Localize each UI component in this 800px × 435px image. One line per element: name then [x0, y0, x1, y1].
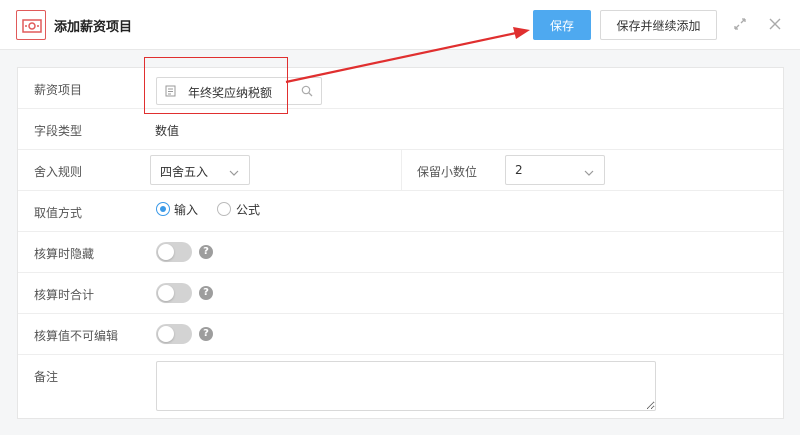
salary-item-label: 薪资项目 [34, 83, 83, 97]
decimal-places-value: 2 [515, 163, 523, 177]
rounding-select[interactable]: 四舍五入 [150, 155, 250, 185]
close-icon[interactable] [768, 17, 782, 31]
save-button[interactable]: 保存 [533, 10, 591, 40]
decimal-places-label: 保留小数位 [417, 165, 478, 179]
row-value-method: 取值方式 输入 公式 [18, 191, 783, 232]
not-editable-toggle[interactable] [156, 324, 192, 344]
row-not-editable: 核算值不可编辑 ? [18, 314, 783, 355]
total-on-calc-label: 核算时合计 [34, 288, 95, 302]
hide-on-calc-toggle[interactable] [156, 242, 192, 262]
total-on-calc-toggle[interactable] [156, 283, 192, 303]
form-panel: 薪资项目 年终奖应纳税额 字段类型 数值 舍入规则 四舍五入 保留小数位 2 取… [17, 67, 784, 419]
divider [401, 150, 402, 190]
field-type-label: 字段类型 [34, 124, 83, 138]
help-icon[interactable]: ? [199, 286, 213, 300]
not-editable-label: 核算值不可编辑 [34, 329, 119, 343]
radio-formula-label[interactable]: 公式 [236, 201, 260, 218]
row-hide-on-calc: 核算时隐藏 ? [18, 232, 783, 273]
help-icon[interactable]: ? [199, 245, 213, 259]
radio-formula[interactable] [217, 202, 231, 216]
radio-input[interactable] [156, 202, 170, 216]
expand-icon[interactable] [733, 17, 747, 31]
chevron-down-icon [584, 166, 594, 180]
annotation-highlight-box [144, 57, 288, 114]
value-method-label: 取值方式 [34, 206, 83, 220]
field-type-value: 数值 [155, 124, 180, 138]
rounding-value: 四舍五入 [160, 165, 209, 179]
row-rounding: 舍入规则 四舍五入 保留小数位 2 [18, 150, 783, 191]
chevron-down-icon [229, 166, 239, 180]
row-field-type: 字段类型 数值 [18, 109, 783, 150]
help-icon[interactable]: ? [199, 327, 213, 341]
radio-input-label[interactable]: 输入 [174, 201, 198, 218]
save-and-continue-button[interactable]: 保存并继续添加 [600, 10, 717, 40]
hide-on-calc-label: 核算时隐藏 [34, 247, 95, 261]
dialog-header: 添加薪资项目 保存 保存并继续添加 [0, 0, 800, 50]
remark-label: 备注 [34, 370, 59, 384]
decimal-places-select[interactable]: 2 [505, 155, 605, 185]
search-icon[interactable] [301, 85, 313, 100]
row-total-on-calc: 核算时合计 ? [18, 273, 783, 314]
page-title: 添加薪资项目 [54, 20, 133, 35]
remark-textarea[interactable] [156, 361, 656, 411]
row-salary-item: 薪资项目 年终奖应纳税额 [18, 68, 783, 109]
rounding-label: 舍入规则 [34, 165, 83, 179]
money-icon [16, 10, 46, 40]
